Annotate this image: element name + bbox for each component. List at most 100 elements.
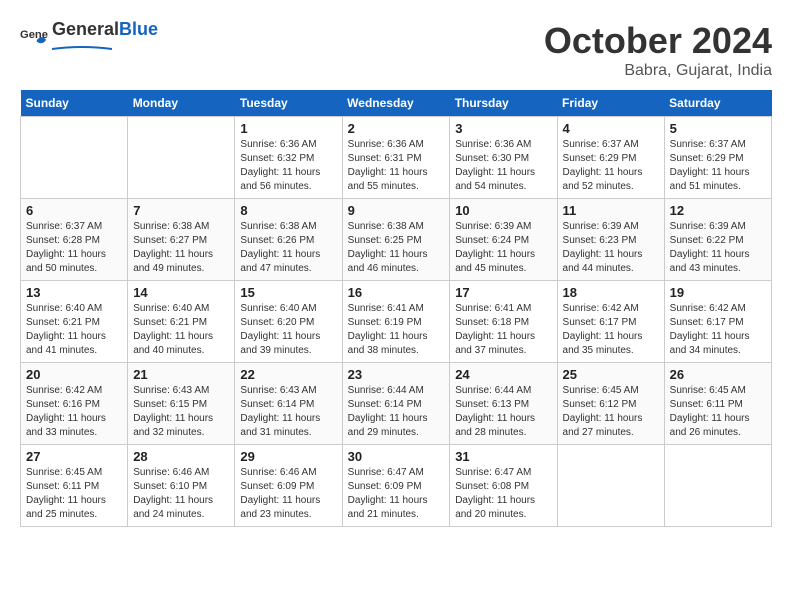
day-info: Sunrise: 6:37 AM Sunset: 6:29 PM Dayligh… xyxy=(670,138,766,194)
logo-blue: Blue xyxy=(119,19,158,39)
calendar-cell: 12 Sunrise: 6:39 AM Sunset: 6:22 PM Dayli… xyxy=(664,199,771,281)
day-info: Sunrise: 6:40 AM Sunset: 6:21 PM Dayligh… xyxy=(133,302,229,358)
day-number: 12 xyxy=(670,203,766,218)
calendar-cell: 16 Sunrise: 6:41 AM Sunset: 6:19 PM Dayli… xyxy=(342,281,450,363)
day-info: Sunrise: 6:36 AM Sunset: 6:30 PM Dayligh… xyxy=(455,138,551,194)
day-number: 13 xyxy=(26,285,122,300)
calendar-cell: 15 Sunrise: 6:40 AM Sunset: 6:20 PM Dayli… xyxy=(235,281,342,363)
title-block: October 2024 Babra, Gujarat, India xyxy=(544,20,772,80)
day-info: Sunrise: 6:43 AM Sunset: 6:14 PM Dayligh… xyxy=(240,384,336,440)
weekday-header-sunday: Sunday xyxy=(21,90,128,117)
day-info: Sunrise: 6:40 AM Sunset: 6:21 PM Dayligh… xyxy=(26,302,122,358)
day-number: 31 xyxy=(455,449,551,464)
day-number: 26 xyxy=(670,367,766,382)
day-info: Sunrise: 6:45 AM Sunset: 6:11 PM Dayligh… xyxy=(670,384,766,440)
day-number: 23 xyxy=(348,367,445,382)
day-info: Sunrise: 6:36 AM Sunset: 6:32 PM Dayligh… xyxy=(240,138,336,194)
day-number: 7 xyxy=(133,203,229,218)
calendar-cell: 28Sunrise: 6:46 AM Sunset: 6:10 PM Dayli… xyxy=(128,445,235,527)
calendar-cell: 30Sunrise: 6:47 AM Sunset: 6:09 PM Dayli… xyxy=(342,445,450,527)
calendar-cell xyxy=(557,445,664,527)
day-info: Sunrise: 6:41 AM Sunset: 6:19 PM Dayligh… xyxy=(348,302,445,358)
calendar-cell: 25 Sunrise: 6:45 AM Sunset: 6:12 PM Dayli… xyxy=(557,363,664,445)
calendar-week-2: 6 Sunrise: 6:37 AM Sunset: 6:28 PM Daylig… xyxy=(21,199,772,281)
calendar-cell: 24Sunrise: 6:44 AM Sunset: 6:13 PM Dayli… xyxy=(450,363,557,445)
calendar-cell: 14 Sunrise: 6:40 AM Sunset: 6:21 PM Dayli… xyxy=(128,281,235,363)
day-number: 25 xyxy=(563,367,659,382)
weekday-header-tuesday: Tuesday xyxy=(235,90,342,117)
calendar-cell: 7 Sunrise: 6:38 AM Sunset: 6:27 PM Daylig… xyxy=(128,199,235,281)
day-number: 1 xyxy=(240,121,336,136)
calendar-cell: 23 Sunrise: 6:44 AM Sunset: 6:14 PM Dayli… xyxy=(342,363,450,445)
weekday-header-friday: Friday xyxy=(557,90,664,117)
day-number: 28 xyxy=(133,449,229,464)
logo-icon: General xyxy=(20,25,48,53)
calendar-cell: 4 Sunrise: 6:37 AM Sunset: 6:29 PM Daylig… xyxy=(557,117,664,199)
day-info: Sunrise: 6:37 AM Sunset: 6:29 PM Dayligh… xyxy=(563,138,659,194)
calendar-week-3: 13 Sunrise: 6:40 AM Sunset: 6:21 PM Dayli… xyxy=(21,281,772,363)
day-info: Sunrise: 6:42 AM Sunset: 6:16 PM Dayligh… xyxy=(26,384,122,440)
calendar-cell: 21 Sunrise: 6:43 AM Sunset: 6:15 PM Dayli… xyxy=(128,363,235,445)
calendar-cell: 1 Sunrise: 6:36 AM Sunset: 6:32 PM Daylig… xyxy=(235,117,342,199)
day-info: Sunrise: 6:44 AM Sunset: 6:14 PM Dayligh… xyxy=(348,384,445,440)
location-title: Babra, Gujarat, India xyxy=(544,62,772,80)
day-number: 9 xyxy=(348,203,445,218)
calendar-cell xyxy=(664,445,771,527)
calendar-cell: 26 Sunrise: 6:45 AM Sunset: 6:11 PM Dayli… xyxy=(664,363,771,445)
day-number: 6 xyxy=(26,203,122,218)
calendar-cell: 27 Sunrise: 6:45 AM Sunset: 6:11 PM Dayli… xyxy=(21,445,128,527)
day-number: 18 xyxy=(563,285,659,300)
day-info: Sunrise: 6:42 AM Sunset: 6:17 PM Dayligh… xyxy=(670,302,766,358)
day-number: 19 xyxy=(670,285,766,300)
day-number: 17 xyxy=(455,285,551,300)
logo: General GeneralBlue xyxy=(20,20,158,58)
day-number: 15 xyxy=(240,285,336,300)
day-info: Sunrise: 6:37 AM Sunset: 6:28 PM Dayligh… xyxy=(26,220,122,276)
day-number: 29 xyxy=(240,449,336,464)
day-info: Sunrise: 6:38 AM Sunset: 6:26 PM Dayligh… xyxy=(240,220,336,276)
day-info: Sunrise: 6:41 AM Sunset: 6:18 PM Dayligh… xyxy=(455,302,551,358)
calendar-cell: 31 Sunrise: 6:47 AM Sunset: 6:08 PM Dayli… xyxy=(450,445,557,527)
day-info: Sunrise: 6:36 AM Sunset: 6:31 PM Dayligh… xyxy=(348,138,445,194)
page-header: General GeneralBlue October 2024 Babra, … xyxy=(20,20,772,80)
calendar-cell: 11 Sunrise: 6:39 AM Sunset: 6:23 PM Dayli… xyxy=(557,199,664,281)
calendar-cell: 6 Sunrise: 6:37 AM Sunset: 6:28 PM Daylig… xyxy=(21,199,128,281)
day-info: Sunrise: 6:46 AM Sunset: 6:09 PM Dayligh… xyxy=(240,466,336,522)
day-info: Sunrise: 6:47 AM Sunset: 6:08 PM Dayligh… xyxy=(455,466,551,522)
calendar-cell: 19 Sunrise: 6:42 AM Sunset: 6:17 PM Dayli… xyxy=(664,281,771,363)
weekday-header-monday: Monday xyxy=(128,90,235,117)
day-info: Sunrise: 6:45 AM Sunset: 6:11 PM Dayligh… xyxy=(26,466,122,522)
calendar-week-1: 1 Sunrise: 6:36 AM Sunset: 6:32 PM Daylig… xyxy=(21,117,772,199)
calendar-cell: 3Sunrise: 6:36 AM Sunset: 6:30 PM Daylig… xyxy=(450,117,557,199)
day-number: 20 xyxy=(26,367,122,382)
calendar-cell: 5 Sunrise: 6:37 AM Sunset: 6:29 PM Daylig… xyxy=(664,117,771,199)
day-number: 4 xyxy=(563,121,659,136)
day-info: Sunrise: 6:45 AM Sunset: 6:12 PM Dayligh… xyxy=(563,384,659,440)
day-info: Sunrise: 6:43 AM Sunset: 6:15 PM Dayligh… xyxy=(133,384,229,440)
day-number: 27 xyxy=(26,449,122,464)
day-info: Sunrise: 6:39 AM Sunset: 6:23 PM Dayligh… xyxy=(563,220,659,276)
month-title: October 2024 xyxy=(544,20,772,62)
weekday-header-saturday: Saturday xyxy=(664,90,771,117)
weekday-header-row: SundayMondayTuesdayWednesdayThursdayFrid… xyxy=(21,90,772,117)
calendar-cell: 17 Sunrise: 6:41 AM Sunset: 6:18 PM Dayli… xyxy=(450,281,557,363)
calendar-cell: 29 Sunrise: 6:46 AM Sunset: 6:09 PM Dayli… xyxy=(235,445,342,527)
calendar-cell: 22 Sunrise: 6:43 AM Sunset: 6:14 PM Dayli… xyxy=(235,363,342,445)
day-number: 21 xyxy=(133,367,229,382)
calendar-week-5: 27 Sunrise: 6:45 AM Sunset: 6:11 PM Dayli… xyxy=(21,445,772,527)
day-number: 14 xyxy=(133,285,229,300)
day-info: Sunrise: 6:44 AM Sunset: 6:13 PM Dayligh… xyxy=(455,384,551,440)
day-number: 5 xyxy=(670,121,766,136)
day-info: Sunrise: 6:39 AM Sunset: 6:22 PM Dayligh… xyxy=(670,220,766,276)
calendar-cell: 13 Sunrise: 6:40 AM Sunset: 6:21 PM Dayli… xyxy=(21,281,128,363)
day-info: Sunrise: 6:39 AM Sunset: 6:24 PM Dayligh… xyxy=(455,220,551,276)
day-number: 16 xyxy=(348,285,445,300)
day-number: 11 xyxy=(563,203,659,218)
logo-general: General xyxy=(52,19,119,39)
day-info: Sunrise: 6:40 AM Sunset: 6:20 PM Dayligh… xyxy=(240,302,336,358)
day-number: 2 xyxy=(348,121,445,136)
calendar-week-4: 20 Sunrise: 6:42 AM Sunset: 6:16 PM Dayli… xyxy=(21,363,772,445)
day-info: Sunrise: 6:38 AM Sunset: 6:27 PM Dayligh… xyxy=(133,220,229,276)
calendar-cell: 9Sunrise: 6:38 AM Sunset: 6:25 PM Daylig… xyxy=(342,199,450,281)
day-number: 22 xyxy=(240,367,336,382)
